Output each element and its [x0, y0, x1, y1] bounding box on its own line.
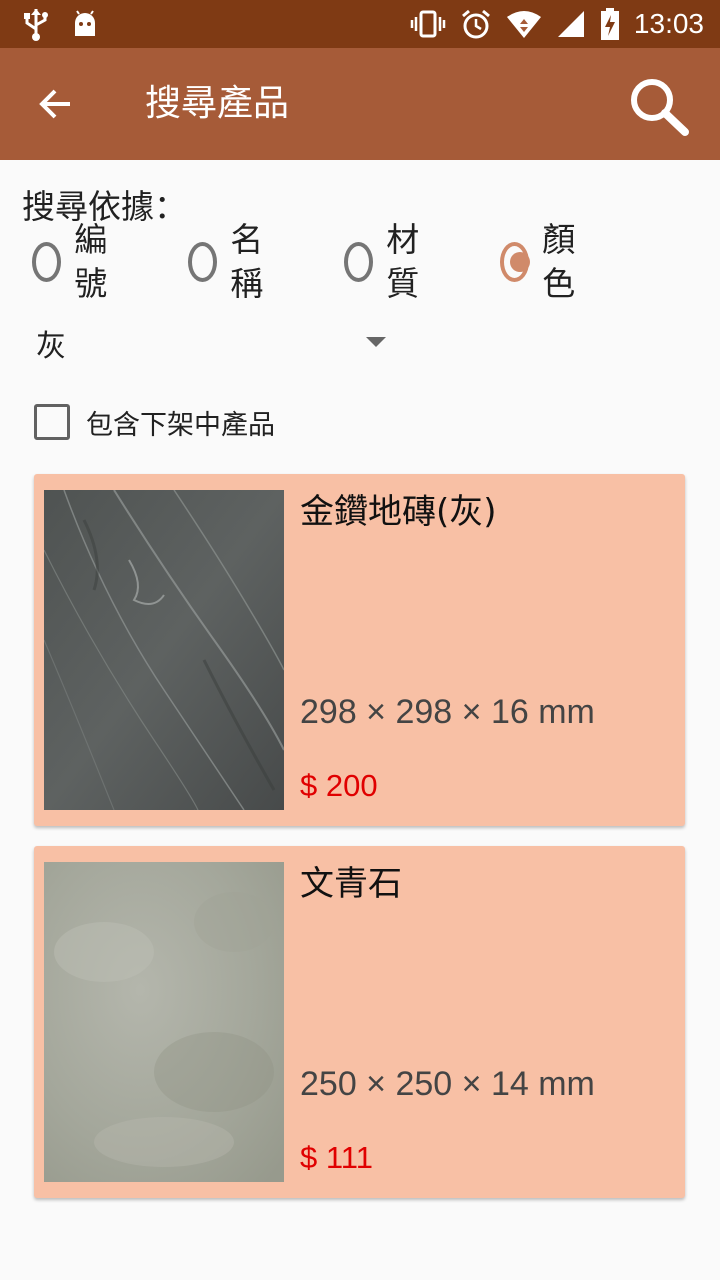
alarm-icon — [461, 9, 490, 39]
product-card[interactable]: 文青石 250 × 250 × 14 mm $ 111 — [34, 846, 685, 1198]
product-name: 金鑽地磚(灰) — [300, 492, 497, 532]
radio-button[interactable] — [188, 242, 218, 282]
include-unlisted-label: 包含下架中產品 — [86, 409, 275, 441]
radio-label: 材質 — [386, 220, 420, 303]
battery-charging-icon — [600, 8, 619, 40]
product-image-light-stone — [44, 862, 284, 1182]
dropdown-arrow-icon — [366, 337, 386, 347]
wifi-icon — [506, 11, 541, 38]
product-price: $ 200 — [300, 768, 378, 803]
radio-option-color[interactable]: 顏色 — [500, 220, 586, 303]
radio-option-material[interactable]: 材質 — [344, 220, 430, 303]
radio-label: 顏色 — [542, 220, 576, 303]
radio-option-number[interactable]: 編號 — [32, 220, 118, 303]
signal-icon — [557, 11, 584, 37]
product-name: 文青石 — [300, 864, 402, 904]
status-bar: 13:03 — [0, 0, 720, 48]
usb-icon — [24, 9, 48, 41]
radio-button[interactable] — [32, 242, 62, 282]
status-time: 13:03 — [633, 8, 704, 39]
color-dropdown[interactable]: 灰 — [36, 318, 388, 368]
radio-label: 名稱 — [230, 220, 264, 303]
app-bar: 搜尋產品 — [0, 48, 720, 160]
search-icon — [631, 79, 689, 136]
color-dropdown-value: 灰 — [36, 329, 66, 364]
page-title: 搜尋產品 — [145, 83, 290, 124]
back-button[interactable] — [30, 78, 82, 130]
radio-button[interactable] — [344, 242, 374, 282]
include-unlisted-row[interactable]: 包含下架中產品 — [34, 402, 275, 442]
product-size: 298 × 298 × 16 mm — [300, 693, 595, 731]
radio-option-name[interactable]: 名稱 — [188, 220, 274, 303]
include-unlisted-checkbox[interactable] — [34, 404, 70, 440]
product-size: 250 × 250 × 14 mm — [300, 1065, 595, 1103]
product-price: $ 111 — [300, 1140, 373, 1175]
back-arrow-icon — [39, 89, 70, 119]
android-icon — [75, 10, 95, 36]
product-card[interactable]: 金鑽地磚(灰) 298 × 298 × 16 mm $ 200 — [34, 474, 685, 826]
product-image-gray-stone — [44, 490, 284, 810]
radio-label: 編號 — [74, 220, 108, 303]
search-button[interactable] — [624, 74, 694, 138]
radio-button-selected[interactable] — [500, 242, 531, 282]
vibrate-icon — [410, 10, 446, 38]
